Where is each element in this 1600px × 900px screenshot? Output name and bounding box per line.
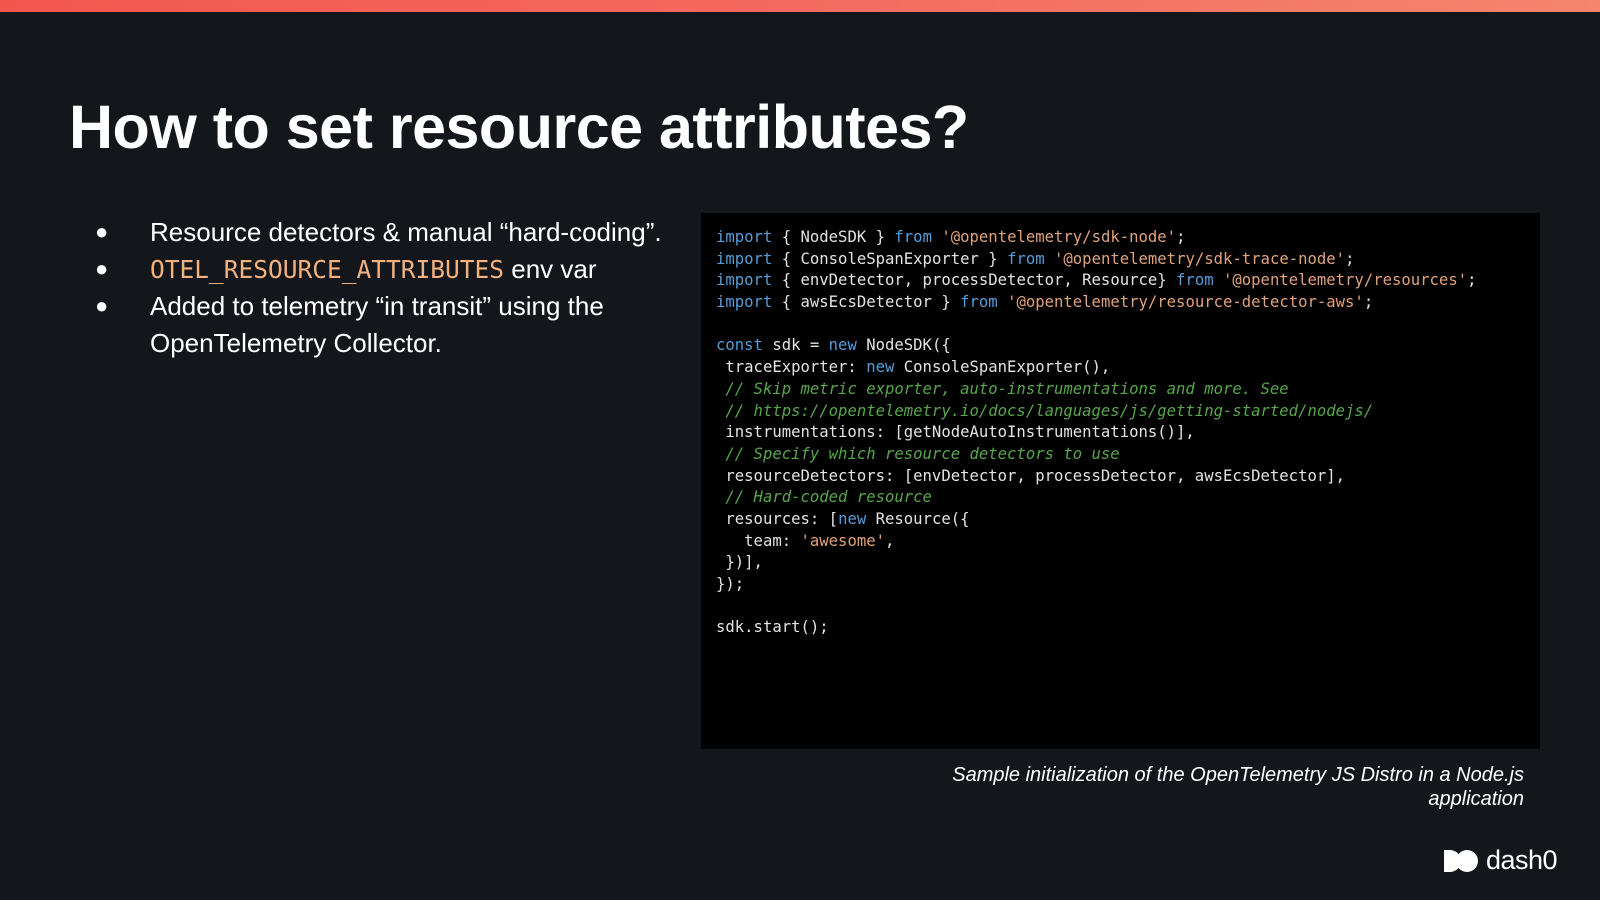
slide-title: How to set resource attributes? [69,93,969,161]
code-token: from [960,293,998,312]
code-token: // Skip metric exporter, auto-instrument… [725,379,1289,398]
code-line: // Skip metric exporter, auto-instrument… [716,379,1477,401]
code-line: import { NodeSDK } from '@opentelemetry/… [716,227,1477,249]
code-token: from [1176,271,1214,290]
code-token: import [716,228,773,246]
code-line: import { awsEcsDetector } from '@opentel… [716,292,1477,314]
code-token: ConsoleSpanExporter(), [894,358,1111,377]
code-line: }); [716,574,1477,596]
code-token: from [1007,249,1045,268]
code-token: ; [1467,271,1477,290]
code-token: ; [1176,228,1186,246]
code-token: sdk = [762,336,829,355]
code-token: // https://opentelemetry.io/docs/languag… [725,401,1374,420]
code-token: '@opentelemetry/sdk-trace-node' [1054,249,1346,268]
code-token: const [716,336,763,355]
code-token: new [838,509,867,528]
code-token: { awsEcsDetector } [772,293,961,312]
code-token: import [716,249,773,268]
code-block: import { NodeSDK } from '@opentelemetry/… [716,227,1477,639]
code-token: 'awesome' [800,531,886,550]
code-token: '@opentelemetry/sdk-node' [941,228,1177,246]
accent-bar [0,0,1600,12]
code-token: ; [1363,293,1374,312]
bullet-text: Resource detectors & manual “hard-coding… [150,217,662,247]
code-token: new [828,336,857,355]
code-token: new [866,358,895,377]
code-line: const sdk = new NodeSDK({ [716,335,1477,357]
code-token: resources: [ [716,509,839,528]
code-line: // Specify which resource detectors to u… [716,444,1477,466]
code-token: })], [716,553,763,572]
code-token: }); [716,575,745,593]
code-line: // https://opentelemetry.io/docs/languag… [716,401,1477,423]
bullet-marker: ● [95,293,109,318]
dash0-logo: dash0 [1444,845,1558,876]
code-token: '@opentelemetry/resources' [1223,271,1468,290]
code-token: resourceDetectors: [envDetector, process… [716,466,1346,485]
env-var-name: OTEL_RESOURCE_ATTRIBUTES [150,254,505,284]
code-line: resources: [new Resource({ [716,509,1477,531]
code-line: })], [716,552,1477,574]
bullet-item: ● OTEL_RESOURCE_ATTRIBUTES env var [95,251,675,289]
code-token: ; [1345,249,1355,268]
code-line: team: 'awesome', [716,531,1477,553]
code-token: '@opentelemetry/resource-detector-aws' [1007,293,1364,312]
code-token: sdk.start(); [716,618,829,637]
bullet-item: ● Resource detectors & manual “hard-codin… [95,214,675,251]
code-line: instrumentations: [getNodeAutoInstrument… [716,422,1477,444]
bullet-text: env var [504,253,597,284]
code-caption: Sample initialization of the OpenTelemet… [952,764,1524,810]
code-line: resourceDetectors: [envDetector, process… [716,466,1477,488]
code-token: traceExporter: [716,358,867,377]
code-token: import [716,293,773,312]
dash0-logo-icon [1444,849,1478,873]
logo-text: dash0 [1486,845,1558,875]
code-panel: import { NodeSDK } from '@opentelemetry/… [701,213,1540,749]
code-token: from [894,228,932,246]
code-line: import { ConsoleSpanExporter } from '@op… [716,249,1477,271]
code-token: , [885,531,895,550]
code-token: team: [716,531,801,550]
code-line: sdk.start(); [716,617,1477,639]
bullet-list: ● Resource detectors & manual “hard-codin… [95,214,675,361]
code-token: { envDetector, processDetector, Resource… [772,271,1177,290]
bullet-marker: ● [95,219,109,244]
code-token: { NodeSDK } [772,228,895,246]
code-token: // Hard-coded resource [725,488,932,507]
code-token: Resource({ [866,509,970,528]
bullet-item: ● Added to telemetry “in transit” using t… [95,288,675,361]
code-token: import [716,271,773,290]
code-line: import { envDetector, processDetector, R… [716,270,1477,292]
bullet-marker: ● [95,255,109,281]
code-token: instrumentations: [getNodeAutoInstrument… [716,423,1195,442]
code-token: // Specify which resource detectors to u… [725,444,1120,463]
bullet-text: Added to telemetry “in transit” using th… [150,291,604,358]
code-line: traceExporter: new ConsoleSpanExporter()… [716,357,1477,379]
code-line: // Hard-coded resource [716,487,1477,509]
code-token: NodeSDK({ [856,336,951,355]
code-token: { ConsoleSpanExporter } [772,249,1008,268]
